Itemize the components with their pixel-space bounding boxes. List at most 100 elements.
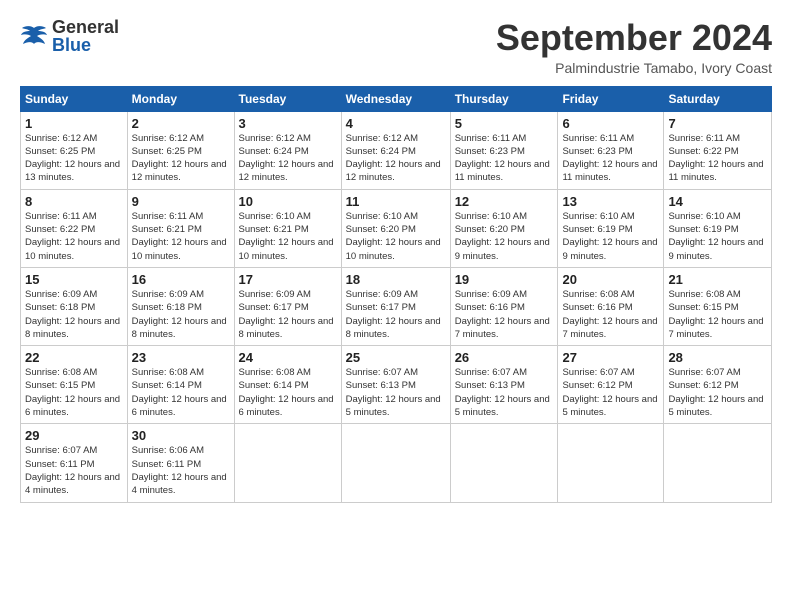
- calendar-week-row: 29Sunrise: 6:07 AMSunset: 6:11 PMDayligh…: [21, 424, 772, 502]
- calendar-week-row: 15 Sunrise: 6:09 AMSunset: 6:18 PMDayligh…: [21, 267, 772, 345]
- day-number: 2: [132, 116, 230, 131]
- calendar-cell: 9Sunrise: 6:11 AMSunset: 6:21 PMDaylight…: [127, 189, 234, 267]
- calendar-cell: 3Sunrise: 6:12 AMSunset: 6:24 PMDaylight…: [234, 111, 341, 189]
- day-number: 5: [455, 116, 554, 131]
- day-info: Sunrise: 6:11 AMSunset: 6:21 PMDaylight:…: [132, 210, 230, 263]
- day-number: 28: [668, 350, 767, 365]
- day-info: Sunrise: 6:11 AMSunset: 6:22 PMDaylight:…: [25, 210, 123, 263]
- calendar-cell: 20Sunrise: 6:08 AMSunset: 6:16 PMDayligh…: [558, 267, 664, 345]
- calendar-cell: [341, 424, 450, 502]
- day-number: 22: [25, 350, 123, 365]
- day-info: Sunrise: 6:07 AMSunset: 6:12 PMDaylight:…: [562, 366, 659, 419]
- calendar-week-row: 1 Sunrise: 6:12 AMSunset: 6:25 PMDaylight…: [21, 111, 772, 189]
- calendar-cell: [234, 424, 341, 502]
- day-number: 13: [562, 194, 659, 209]
- day-info: Sunrise: 6:12 AMSunset: 6:25 PMDaylight:…: [132, 132, 230, 185]
- month-title: September 2024: [496, 18, 772, 58]
- page: General Blue September 2024 Palmindustri…: [0, 0, 792, 612]
- day-number: 25: [346, 350, 446, 365]
- calendar-cell: 1Sunrise: 6:12 AMSunset: 6:25 PMDaylight…: [21, 111, 128, 189]
- day-number: 3: [239, 116, 337, 131]
- day-info: Sunrise: 6:08 AMSunset: 6:15 PMDaylight:…: [25, 366, 123, 419]
- day-number: 23: [132, 350, 230, 365]
- day-info: Sunrise: 6:11 AMSunset: 6:22 PMDaylight:…: [668, 132, 767, 185]
- day-number: 15: [25, 272, 123, 287]
- calendar-cell: 26Sunrise: 6:07 AMSunset: 6:13 PMDayligh…: [450, 346, 558, 424]
- calendar-cell: 24Sunrise: 6:08 AMSunset: 6:14 PMDayligh…: [234, 346, 341, 424]
- day-number: 19: [455, 272, 554, 287]
- calendar-week-row: 8Sunrise: 6:11 AMSunset: 6:22 PMDaylight…: [21, 189, 772, 267]
- day-info: Sunrise: 6:08 AMSunset: 6:14 PMDaylight:…: [239, 366, 337, 419]
- day-info: Sunrise: 6:12 AMSunset: 6:24 PMDaylight:…: [346, 132, 446, 185]
- calendar-cell: 4Sunrise: 6:12 AMSunset: 6:24 PMDaylight…: [341, 111, 450, 189]
- day-info: Sunrise: 6:11 AMSunset: 6:23 PMDaylight:…: [562, 132, 659, 185]
- calendar-cell: 6Sunrise: 6:11 AMSunset: 6:23 PMDaylight…: [558, 111, 664, 189]
- day-info: Sunrise: 6:11 AMSunset: 6:23 PMDaylight:…: [455, 132, 554, 185]
- header: General Blue September 2024 Palmindustri…: [20, 18, 772, 76]
- calendar-header-sunday: Sunday: [21, 86, 128, 111]
- logo-icon: [20, 24, 48, 48]
- day-number: 30: [132, 428, 230, 443]
- day-number: 8: [25, 194, 123, 209]
- calendar-header-saturday: Saturday: [664, 86, 772, 111]
- calendar-table: SundayMondayTuesdayWednesdayThursdayFrid…: [20, 86, 772, 503]
- calendar-cell: 23Sunrise: 6:08 AMSunset: 6:14 PMDayligh…: [127, 346, 234, 424]
- calendar-header-tuesday: Tuesday: [234, 86, 341, 111]
- day-number: 17: [239, 272, 337, 287]
- day-number: 6: [562, 116, 659, 131]
- day-number: 21: [668, 272, 767, 287]
- day-number: 7: [668, 116, 767, 131]
- day-info: Sunrise: 6:10 AMSunset: 6:21 PMDaylight:…: [239, 210, 337, 263]
- day-info: Sunrise: 6:09 AMSunset: 6:17 PMDaylight:…: [239, 288, 337, 341]
- calendar-cell: 11Sunrise: 6:10 AMSunset: 6:20 PMDayligh…: [341, 189, 450, 267]
- calendar-cell: 30Sunrise: 6:06 AMSunset: 6:11 PMDayligh…: [127, 424, 234, 502]
- logo-blue-text: Blue: [52, 36, 119, 54]
- day-info: Sunrise: 6:09 AMSunset: 6:18 PMDaylight:…: [132, 288, 230, 341]
- calendar-cell: 5Sunrise: 6:11 AMSunset: 6:23 PMDaylight…: [450, 111, 558, 189]
- calendar-cell: 19Sunrise: 6:09 AMSunset: 6:16 PMDayligh…: [450, 267, 558, 345]
- logo-general-text: General: [52, 18, 119, 36]
- day-info: Sunrise: 6:10 AMSunset: 6:19 PMDaylight:…: [562, 210, 659, 263]
- day-info: Sunrise: 6:07 AMSunset: 6:11 PMDaylight:…: [25, 444, 123, 497]
- day-number: 1: [25, 116, 123, 131]
- day-info: Sunrise: 6:06 AMSunset: 6:11 PMDaylight:…: [132, 444, 230, 497]
- calendar-cell: 17Sunrise: 6:09 AMSunset: 6:17 PMDayligh…: [234, 267, 341, 345]
- day-number: 11: [346, 194, 446, 209]
- day-info: Sunrise: 6:09 AMSunset: 6:17 PMDaylight:…: [346, 288, 446, 341]
- calendar-cell: 16Sunrise: 6:09 AMSunset: 6:18 PMDayligh…: [127, 267, 234, 345]
- calendar-cell: [450, 424, 558, 502]
- day-number: 29: [25, 428, 123, 443]
- calendar-cell: 2Sunrise: 6:12 AMSunset: 6:25 PMDaylight…: [127, 111, 234, 189]
- day-number: 12: [455, 194, 554, 209]
- day-info: Sunrise: 6:10 AMSunset: 6:19 PMDaylight:…: [668, 210, 767, 263]
- location: Palmindustrie Tamabo, Ivory Coast: [496, 60, 772, 76]
- calendar-header-thursday: Thursday: [450, 86, 558, 111]
- day-info: Sunrise: 6:07 AMSunset: 6:12 PMDaylight:…: [668, 366, 767, 419]
- day-info: Sunrise: 6:10 AMSunset: 6:20 PMDaylight:…: [346, 210, 446, 263]
- calendar-week-row: 22Sunrise: 6:08 AMSunset: 6:15 PMDayligh…: [21, 346, 772, 424]
- day-info: Sunrise: 6:08 AMSunset: 6:16 PMDaylight:…: [562, 288, 659, 341]
- calendar-cell: 28Sunrise: 6:07 AMSunset: 6:12 PMDayligh…: [664, 346, 772, 424]
- day-number: 9: [132, 194, 230, 209]
- logo: General Blue: [20, 18, 119, 54]
- day-number: 20: [562, 272, 659, 287]
- day-info: Sunrise: 6:08 AMSunset: 6:15 PMDaylight:…: [668, 288, 767, 341]
- calendar-cell: [558, 424, 664, 502]
- day-number: 26: [455, 350, 554, 365]
- calendar-cell: 10Sunrise: 6:10 AMSunset: 6:21 PMDayligh…: [234, 189, 341, 267]
- calendar-cell: 14Sunrise: 6:10 AMSunset: 6:19 PMDayligh…: [664, 189, 772, 267]
- logo-name: General Blue: [52, 18, 119, 54]
- calendar-cell: 21Sunrise: 6:08 AMSunset: 6:15 PMDayligh…: [664, 267, 772, 345]
- calendar-header-row: SundayMondayTuesdayWednesdayThursdayFrid…: [21, 86, 772, 111]
- day-info: Sunrise: 6:10 AMSunset: 6:20 PMDaylight:…: [455, 210, 554, 263]
- day-info: Sunrise: 6:07 AMSunset: 6:13 PMDaylight:…: [346, 366, 446, 419]
- day-number: 14: [668, 194, 767, 209]
- calendar-cell: 18Sunrise: 6:09 AMSunset: 6:17 PMDayligh…: [341, 267, 450, 345]
- calendar-cell: 29Sunrise: 6:07 AMSunset: 6:11 PMDayligh…: [21, 424, 128, 502]
- day-number: 24: [239, 350, 337, 365]
- calendar-cell: 12Sunrise: 6:10 AMSunset: 6:20 PMDayligh…: [450, 189, 558, 267]
- day-info: Sunrise: 6:09 AMSunset: 6:16 PMDaylight:…: [455, 288, 554, 341]
- day-number: 27: [562, 350, 659, 365]
- day-info: Sunrise: 6:07 AMSunset: 6:13 PMDaylight:…: [455, 366, 554, 419]
- title-block: September 2024 Palmindustrie Tamabo, Ivo…: [496, 18, 772, 76]
